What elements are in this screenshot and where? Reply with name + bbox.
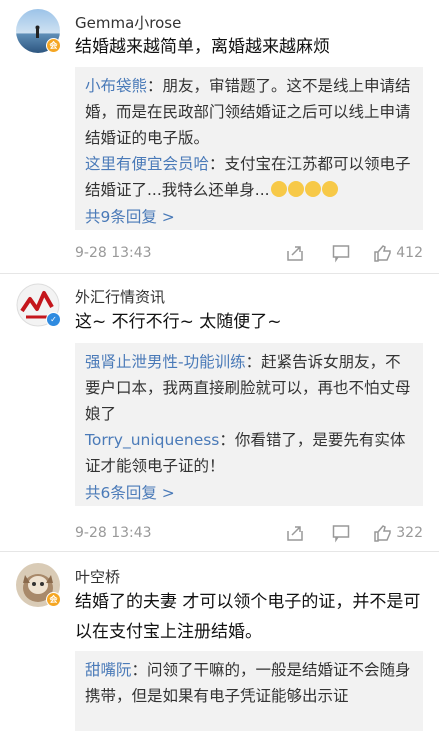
reply-author[interactable]: 这里有便宜会员哈 (85, 155, 209, 173)
comment-icon[interactable] (331, 243, 351, 263)
username[interactable]: 叶空桥 (75, 566, 120, 587)
comment-3: 会 叶空桥 结婚了的夫妻 才可以领个电子的证，并不是可以在支付宝上注册结婚。 甜… (0, 553, 439, 731)
crying-emoji-icon (287, 181, 304, 197)
share-icon[interactable] (285, 243, 305, 263)
username[interactable]: Gemma小rose (75, 12, 181, 33)
comment-text: 这~ 不行不行~ 太随便了~ (75, 312, 282, 332)
like-icon[interactable] (373, 523, 393, 543)
member-badge: 会 (46, 592, 61, 607)
reply[interactable]: 这里有便宜会员哈：支付宝在江苏都可以领电子结婚证了...我特么还单身... (85, 151, 413, 203)
comment-text: 结婚了的夫妻 才可以领个电子的证，并不是可以在支付宝上注册结婚。 (75, 592, 421, 642)
verified-badge: ✓ (46, 312, 61, 327)
reply[interactable]: 小布袋熊：朋友，审错题了。这不是线上申请结婚，而是在民政部门领结婚证之后可以线上… (85, 73, 413, 151)
reply-author[interactable]: Torry_uniqueness (85, 431, 219, 449)
comment-2: ✓ 外汇行情资讯 这~ 不行不行~ 太随便了~ 强肾止泄男性-功能训练：赶紧告诉… (0, 275, 439, 552)
like-count: 412 (396, 245, 423, 261)
share-icon[interactable] (285, 523, 305, 543)
comment-text: 结婚越来越简单，离婚越来越麻烦 (75, 37, 330, 57)
timestamp: 9-28 13:43 (75, 245, 152, 261)
reply-author[interactable]: 小布袋熊 (85, 77, 147, 95)
reply-author[interactable]: 强肾止泄男性-功能训练 (85, 353, 246, 371)
reply-author[interactable]: 甜嘴阮 (85, 661, 132, 679)
reply[interactable]: 强肾止泄男性-功能训练：赶紧告诉女朋友，不要户口本，我两直接刷脸就可以，再也不怕… (85, 349, 413, 427)
comment-1: 会 Gemma小rose 结婚越来越简单，离婚越来越麻烦 小布袋熊：朋友，审错题… (0, 0, 439, 275)
like-count: 322 (396, 525, 423, 541)
like-icon[interactable] (373, 243, 393, 263)
more-replies-link[interactable]: 共6条回复 > (85, 479, 413, 507)
username[interactable]: 外汇行情资讯 (75, 286, 165, 307)
comment-footer: 9-28 13:43 412 (75, 241, 423, 265)
reply[interactable]: Torry_uniqueness：你看错了，是要先有实体证才能领电子证的！ (85, 427, 413, 479)
reply-text: ：问领了干嘛的，一般是结婚证不会随身携带，但是如果有电子凭证能够出示证 (85, 661, 411, 705)
reply-box: 甜嘴阮：问领了干嘛的，一般是结婚证不会随身携带，但是如果有电子凭证能够出示证 (75, 651, 423, 731)
reply-box: 小布袋熊：朋友，审错题了。这不是线上申请结婚，而是在民政部门领结婚证之后可以线上… (75, 67, 423, 230)
comment-footer: 9-28 13:43 322 (75, 521, 423, 545)
reply-box: 强肾止泄男性-功能训练：赶紧告诉女朋友，不要户口本，我两直接刷脸就可以，再也不怕… (75, 343, 423, 506)
comment-icon[interactable] (331, 523, 351, 543)
divider (0, 551, 439, 552)
crying-emoji-icon (304, 181, 321, 197)
member-badge: 会 (46, 38, 61, 53)
divider (0, 273, 439, 274)
crying-emoji-icon (321, 181, 338, 197)
timestamp: 9-28 13:43 (75, 525, 152, 541)
crying-emoji-icon (270, 181, 287, 197)
more-replies-link[interactable]: 共9条回复 > (85, 203, 413, 231)
reply[interactable]: 甜嘴阮：问领了干嘛的，一般是结婚证不会随身携带，但是如果有电子凭证能够出示证 (85, 657, 413, 709)
